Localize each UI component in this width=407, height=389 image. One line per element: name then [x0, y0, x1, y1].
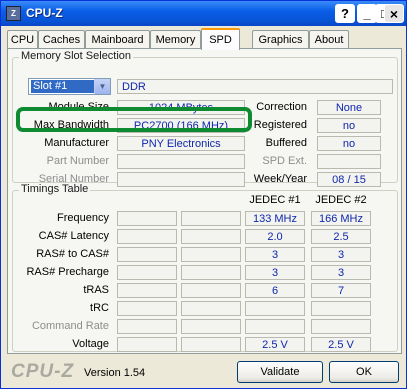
timing-value-jedec2: 2.5 V	[311, 337, 371, 352]
max-bandwidth-highlight-annotation	[16, 107, 252, 132]
timing-unused-cell	[181, 211, 241, 226]
cpuz-window: Z CPU-Z ? _ □ × CPU Caches Mainboard Mem…	[0, 0, 407, 389]
timing-label: RAS# to CAS#	[36, 248, 109, 260]
chevron-down-icon[interactable]: ▼	[94, 79, 110, 94]
part-number-label: Part Number	[46, 155, 109, 167]
week-year-label: Week/Year	[253, 173, 307, 185]
manufacturer-value: PNY Electronics	[117, 136, 245, 151]
correction-label: Correction	[256, 101, 307, 113]
timing-label: tRC	[90, 302, 109, 314]
registered-value: no	[317, 118, 381, 133]
timing-value-jedec1: 2.5 V	[245, 337, 305, 352]
memory-type-value: DDR	[117, 79, 393, 94]
minimize-button[interactable]: _	[357, 4, 377, 23]
timing-value-jedec2: 166 MHz	[311, 211, 371, 226]
window-title: CPU-Z	[26, 6, 63, 20]
timing-value-jedec1: 2.0	[245, 229, 305, 244]
registered-label: Registered	[253, 119, 307, 131]
timing-unused-cell	[117, 229, 177, 244]
timing-value-jedec2	[311, 301, 371, 316]
timing-label: tRAS	[83, 284, 109, 296]
timing-unused-cell	[181, 319, 241, 334]
close-button[interactable]: ×	[384, 4, 404, 23]
timing-label: RAS# Precharge	[26, 266, 109, 278]
tab-about[interactable]: About	[309, 30, 349, 49]
tab-graphics[interactable]: Graphics	[252, 30, 309, 49]
part-number-value	[117, 154, 245, 169]
help-button[interactable]: ?	[335, 4, 355, 23]
serial-number-value	[117, 172, 245, 187]
timing-label: Frequency	[57, 212, 109, 224]
timing-unused-cell	[117, 283, 177, 298]
timing-value-jedec2: 7	[311, 283, 371, 298]
title-bar[interactable]: Z CPU-Z ? _ □ ×	[1, 1, 406, 26]
tab-cpu[interactable]: CPU	[7, 30, 38, 49]
timing-label: Voltage	[72, 338, 109, 350]
timings-group: Timings Table JEDEC #1 JEDEC #2 Frequenc…	[12, 183, 398, 352]
buffered-label: Buffered	[265, 137, 307, 149]
timing-value-jedec2: 3	[311, 247, 371, 262]
jedec2-header: JEDEC #2	[315, 194, 367, 206]
tab-memory[interactable]: Memory	[150, 30, 201, 49]
timing-unused-cell	[181, 283, 241, 298]
tab-caches[interactable]: Caches	[38, 30, 85, 49]
timing-unused-cell	[181, 301, 241, 316]
jedec1-header: JEDEC #1	[249, 194, 301, 206]
timing-value-jedec2	[311, 319, 371, 334]
slot-select-value: Slot #1	[31, 80, 94, 93]
timing-unused-cell	[181, 265, 241, 280]
version-text: Version 1.54	[84, 367, 146, 379]
correction-value: None	[317, 100, 381, 115]
timing-label: CAS# Latency	[38, 230, 109, 242]
timing-unused-cell	[117, 211, 177, 226]
timing-label: Command Rate	[31, 320, 109, 332]
cpuz-app-icon: Z	[6, 6, 21, 21]
footer-bar: CPU-Z Version 1.54 Validate OK	[1, 357, 406, 388]
tab-strip: CPU Caches Mainboard Memory SPD Graphics…	[7, 28, 402, 50]
manufacturer-label: Manufacturer	[44, 137, 109, 149]
tab-mainboard[interactable]: Mainboard	[85, 30, 150, 49]
timing-unused-cell	[117, 337, 177, 352]
buffered-value: no	[317, 136, 381, 151]
timing-value-jedec2: 2.5	[311, 229, 371, 244]
timing-value-jedec1: 3	[245, 247, 305, 262]
timing-value-jedec1: 6	[245, 283, 305, 298]
spd-ext-label: SPD Ext.	[262, 155, 307, 167]
ok-button[interactable]: OK	[329, 361, 399, 383]
spd-panel: Memory Slot Selection Slot #1 ▼ DDR Modu…	[7, 48, 402, 354]
timing-unused-cell	[117, 265, 177, 280]
validate-button[interactable]: Validate	[237, 361, 323, 383]
cpuz-logo: CPU-Z	[11, 361, 75, 382]
timing-unused-cell	[117, 319, 177, 334]
tab-spd[interactable]: SPD	[201, 28, 240, 50]
timing-value-jedec1: 3	[245, 265, 305, 280]
slot-select[interactable]: Slot #1 ▼	[28, 78, 111, 95]
spd-ext-value	[317, 154, 381, 169]
timing-unused-cell	[181, 229, 241, 244]
timing-value-jedec1	[245, 319, 305, 334]
timing-unused-cell	[181, 337, 241, 352]
timing-unused-cell	[117, 301, 177, 316]
timing-value-jedec1: 133 MHz	[245, 211, 305, 226]
timing-value-jedec1	[245, 301, 305, 316]
timing-unused-cell	[181, 247, 241, 262]
week-year-value: 08 / 15	[317, 172, 381, 187]
timing-value-jedec2: 3	[311, 265, 371, 280]
memory-slot-legend: Memory Slot Selection	[19, 50, 134, 62]
timing-unused-cell	[117, 247, 177, 262]
timings-legend: Timings Table	[19, 183, 91, 195]
